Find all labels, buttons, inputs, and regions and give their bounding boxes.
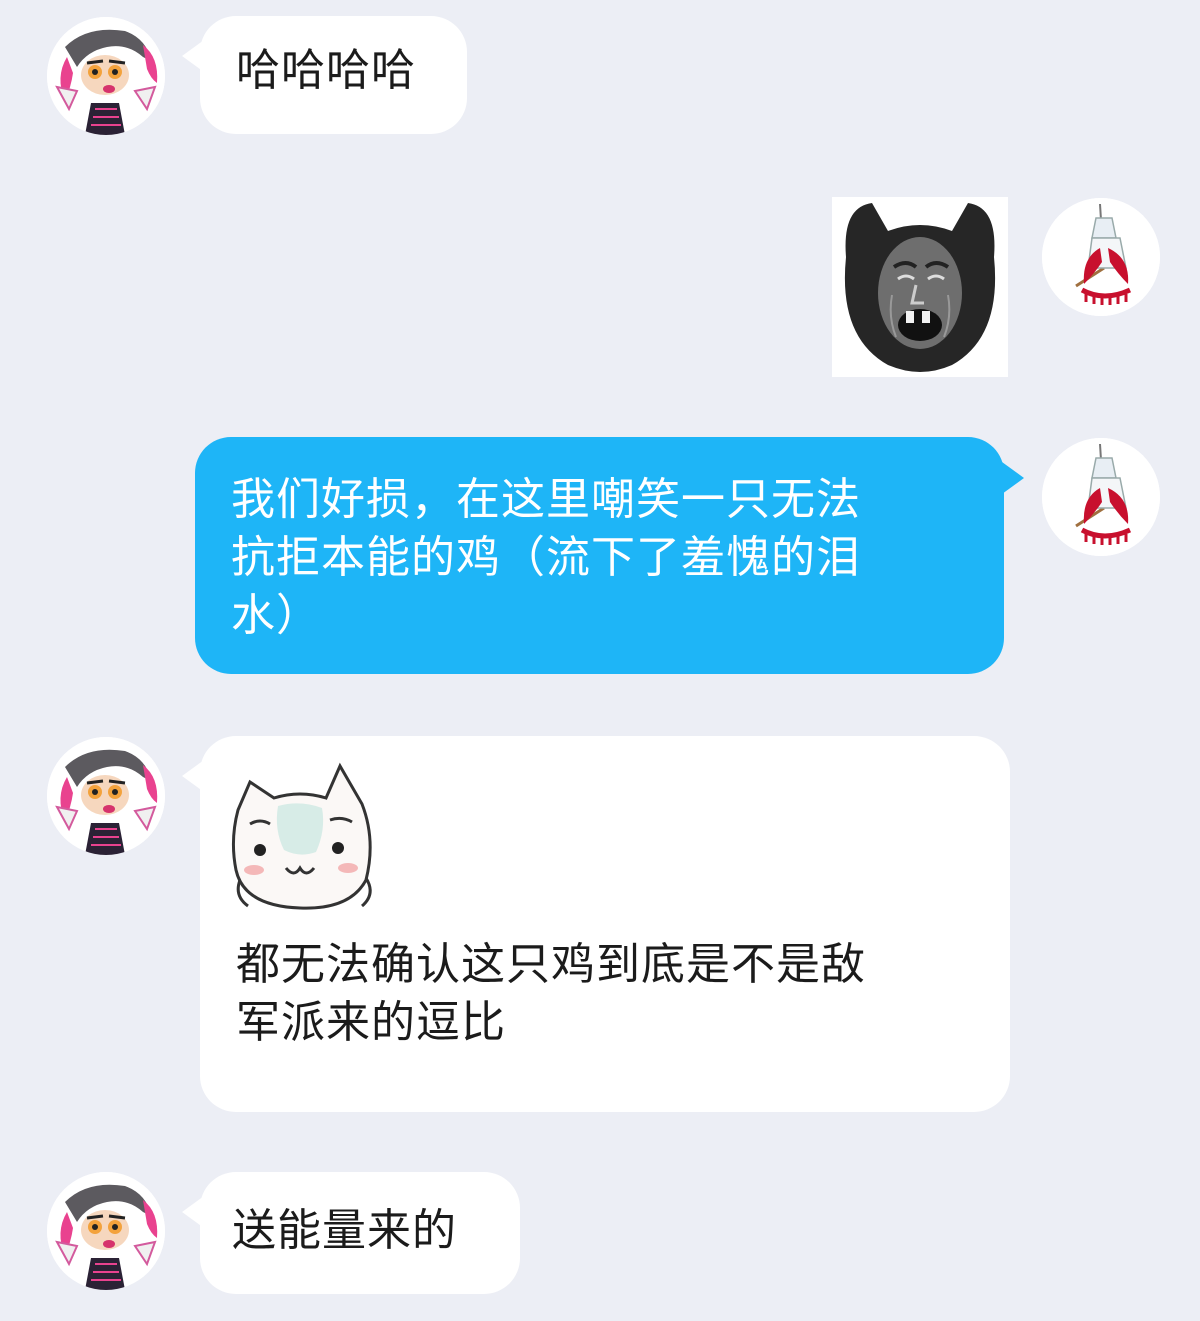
message-bubble-incoming[interactable]: 哈哈哈哈: [200, 16, 467, 134]
message-text: 我们好损，在这里嘲笑一只无法 抗拒本能的鸡（流下了羞愧的泪 水）: [231, 474, 861, 641]
bubble-tail: [1002, 462, 1024, 494]
my-avatar-icon[interactable]: [1042, 198, 1160, 316]
chat-conversation: 哈哈哈哈 我们好损，在这里嘲笑一只无法 抗拒本能的鸡（流下了羞愧的泪 水） 都无…: [0, 0, 1200, 1321]
my-avatar-icon[interactable]: [1042, 438, 1160, 556]
message-text: 送能量来的: [232, 1205, 457, 1256]
message-bubble-incoming[interactable]: 送能量来的: [200, 1172, 520, 1294]
message-text: 都无法确认这只鸡到底是不是敌 军派来的逗比: [236, 939, 866, 1048]
contact-avatar-icon[interactable]: [47, 737, 165, 855]
message-bubble-outgoing[interactable]: 我们好损，在这里嘲笑一只无法 抗拒本能的鸡（流下了羞愧的泪 水）: [195, 437, 1004, 674]
white-cat-sticker-icon[interactable]: [230, 760, 380, 910]
crying-face-sticker-icon[interactable]: [832, 197, 1008, 377]
message-text: 哈哈哈哈: [236, 45, 416, 96]
contact-avatar-icon[interactable]: [47, 17, 165, 135]
contact-avatar-icon[interactable]: [47, 1172, 165, 1290]
